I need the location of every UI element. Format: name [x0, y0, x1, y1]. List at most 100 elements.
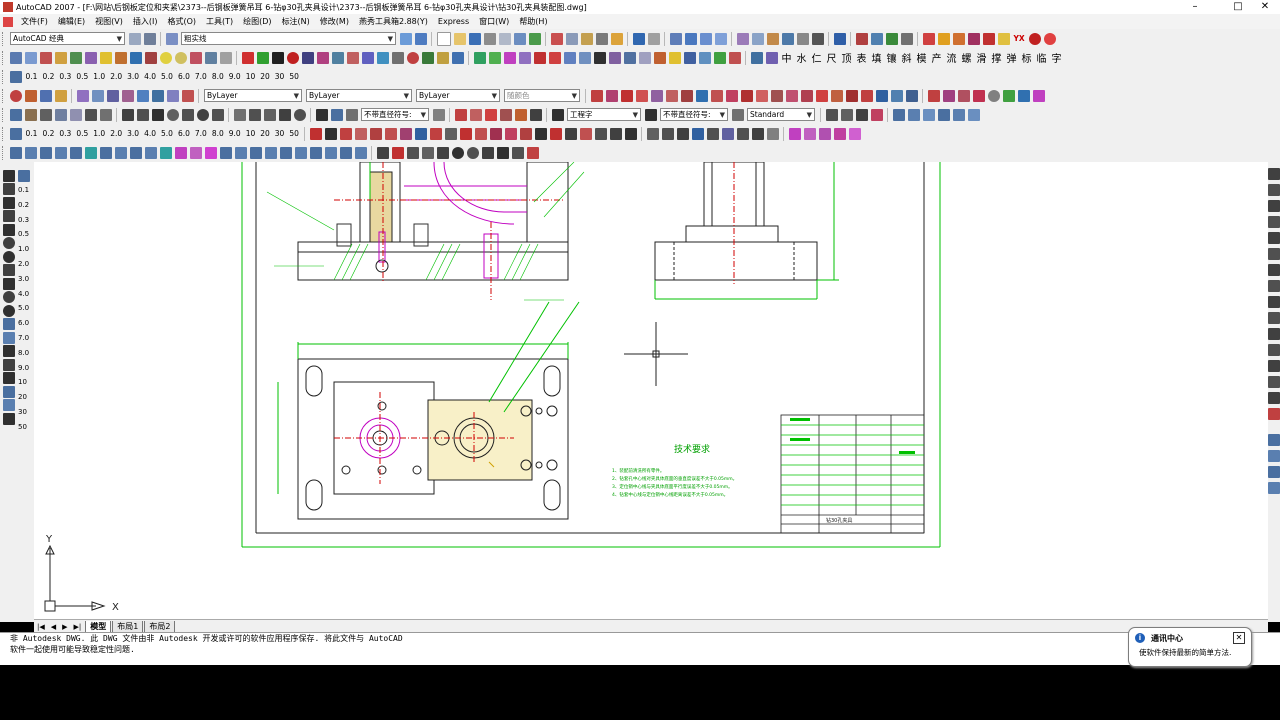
zoom-window-icon[interactable] [699, 32, 712, 45]
mod-icon-28[interactable] [721, 127, 734, 140]
draw-icon-8[interactable] [121, 108, 134, 121]
menu-yanxiu-toolbox[interactable]: 燕秀工具箱2.88(Y) [354, 16, 433, 27]
yx-row7-icon-2[interactable] [24, 146, 37, 159]
toolbar-grip[interactable] [2, 145, 6, 160]
props-icon-2[interactable] [24, 89, 37, 102]
mod-icon-6[interactable] [384, 127, 397, 140]
yx-row2-icon-27[interactable] [406, 51, 419, 64]
scale-btn[interactable]: 1.0 [18, 242, 34, 257]
yx-row2-icon-31[interactable] [473, 51, 486, 64]
dim-icon-23[interactable] [927, 89, 940, 102]
layer-previous-icon[interactable] [399, 32, 412, 45]
grid-icon[interactable] [9, 108, 22, 121]
scale-btn[interactable]: 3.0 [125, 129, 142, 138]
yx-row2-icon-6[interactable] [84, 51, 97, 64]
yx-row2-icon-40[interactable] [608, 51, 621, 64]
yx-row7-icon-8[interactable] [114, 146, 127, 159]
yx-row2-icon-4[interactable] [54, 51, 67, 64]
extend-icon[interactable] [1268, 328, 1280, 340]
yx-tool-1-icon[interactable] [922, 32, 935, 45]
scale-btn[interactable]: 0.1 [23, 72, 40, 81]
mod-icon-35[interactable] [833, 127, 846, 140]
scale-btn[interactable]: 30 [272, 129, 287, 138]
draw-icon-16[interactable] [248, 108, 261, 121]
yx-row7-icon-30[interactable] [451, 146, 464, 159]
scale-btn[interactable]: 2.0 [18, 257, 34, 272]
scale-btn[interactable]: 0.3 [57, 72, 74, 81]
properties-icon[interactable] [736, 32, 749, 45]
yx-row2-icon-10[interactable] [144, 51, 157, 64]
yx-row2-icon-36[interactable] [548, 51, 561, 64]
yx-row7-icon-35[interactable] [526, 146, 539, 159]
yx-row2-icon-24[interactable] [361, 51, 374, 64]
yx-tool-4-icon[interactable] [967, 32, 980, 45]
yx-row7-icon-12[interactable] [174, 146, 187, 159]
yx-row7-icon-1[interactable] [9, 146, 22, 159]
yx-row2-icon-44[interactable] [668, 51, 681, 64]
undo-icon[interactable] [632, 32, 645, 45]
scale-btn[interactable]: 50 [287, 129, 302, 138]
yx-tool-2-icon[interactable] [937, 32, 950, 45]
scale-btn[interactable]: 9.0 [226, 72, 243, 81]
scale-btn[interactable]: 9.0 [226, 129, 243, 138]
tab-model[interactable]: 模型 [85, 620, 112, 633]
yx-row2-icon-3[interactable] [39, 51, 52, 64]
mod-icon-25[interactable] [676, 127, 689, 140]
yx-draw-icon-4[interactable] [499, 108, 512, 121]
ellipse-icon[interactable] [3, 291, 15, 303]
mod-icon-16[interactable] [534, 127, 547, 140]
props-icon-12[interactable] [181, 89, 194, 102]
yx-row7-icon-10[interactable] [144, 146, 157, 159]
mod-icon-19[interactable] [579, 127, 592, 140]
cjk-tool-shui[interactable]: 水 [794, 50, 809, 65]
dim-icon-8[interactable] [695, 89, 708, 102]
match-properties-icon[interactable] [595, 32, 608, 45]
workspace-combo[interactable]: AutoCAD 经典 ▼ [10, 32, 125, 45]
make-block-icon[interactable] [3, 331, 15, 344]
yx-row7-icon-22[interactable] [324, 146, 337, 159]
yx-row7-icon-6[interactable] [84, 146, 97, 159]
open-file-icon[interactable] [453, 32, 466, 45]
hatch-icon[interactable] [3, 358, 15, 371]
dim-icon-6[interactable] [665, 89, 678, 102]
yx-row2-icon-1[interactable] [9, 51, 22, 64]
copy-object-icon[interactable] [1268, 184, 1280, 196]
scale-btn[interactable]: 50 [287, 72, 302, 81]
yx-row7-icon-34[interactable] [511, 146, 524, 159]
workspace-settings-icon[interactable] [128, 32, 141, 45]
yx-row7-icon-15[interactable] [219, 146, 232, 159]
scale-btn[interactable]: 20 [258, 72, 273, 81]
dim-icon-20[interactable] [875, 89, 888, 102]
menu-edit[interactable]: 编辑(E) [53, 16, 90, 27]
array-icon[interactable] [1268, 232, 1280, 244]
workspace-save-icon[interactable] [143, 32, 156, 45]
yx-row2-icon-34[interactable] [518, 51, 531, 64]
yx-row7-icon-5[interactable] [69, 146, 82, 159]
cjk-tool-xie[interactable]: 斜 [899, 50, 914, 65]
scale-btn[interactable]: 4.0 [142, 72, 159, 81]
scale-btn[interactable]: 10 [243, 129, 258, 138]
menu-dimension[interactable]: 标注(N) [277, 16, 315, 27]
dim-icon-15[interactable] [800, 89, 813, 102]
polygon-icon[interactable] [3, 210, 15, 222]
view-icon-1[interactable] [825, 108, 838, 121]
dim-icon-18[interactable] [845, 89, 858, 102]
mod-icon-22[interactable] [624, 127, 637, 140]
view-icon-8[interactable] [937, 108, 950, 121]
yx-row2-icon-30[interactable] [451, 51, 464, 64]
plotstyle-combo[interactable]: 随颜色 ▼ [504, 89, 580, 102]
cut-icon[interactable] [550, 32, 563, 45]
zoom-previous-icon[interactable] [714, 32, 727, 45]
mod-icon-13[interactable] [489, 127, 502, 140]
scale-btn[interactable]: 0.5 [74, 72, 91, 81]
tab-layout2[interactable]: 布局2 [144, 620, 176, 633]
text-a-icon[interactable] [315, 108, 328, 121]
view-icon-9[interactable] [952, 108, 965, 121]
scale-btn[interactable]: 9.0 [18, 361, 34, 376]
cjk-tool-ren[interactable]: 仁 [809, 50, 824, 65]
toolbar-grip[interactable] [2, 126, 6, 141]
scale-btn[interactable]: 0.5 [74, 129, 91, 138]
dim-icon-9[interactable] [710, 89, 723, 102]
yx-row2-icon-28[interactable] [421, 51, 434, 64]
scale-object-icon[interactable] [1268, 280, 1280, 292]
